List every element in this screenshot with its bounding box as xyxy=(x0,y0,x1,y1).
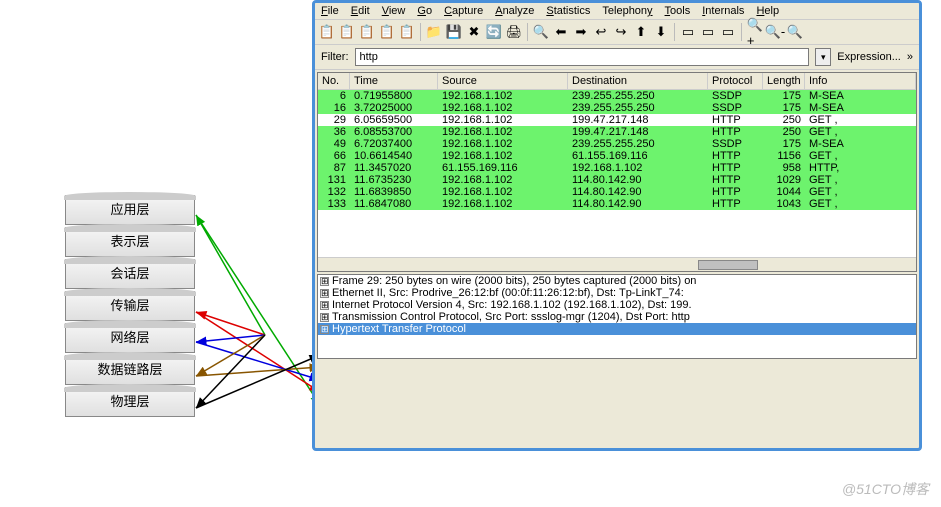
osi-layer-datalink: 数据链路层 xyxy=(65,355,195,385)
col-protocol[interactable]: Protocol xyxy=(708,73,763,89)
filter-label: Filter: xyxy=(321,51,349,63)
expand-icon[interactable]: ⊞ xyxy=(320,277,329,286)
table-row[interactable]: 13111.6735230192.168.1.102114.80.142.90H… xyxy=(318,174,916,186)
packet-details-pane[interactable]: ⊞Frame 29: 250 bytes on wire (2000 bits)… xyxy=(317,274,917,359)
detail-line-1[interactable]: ⊞Ethernet II, Src: Prodrive_26:12:bf (00… xyxy=(318,287,916,299)
menu-view[interactable]: View xyxy=(382,5,406,17)
toolbar-btn-26[interactable]: 🔍 xyxy=(786,23,804,41)
col-time[interactable]: Time xyxy=(350,73,438,89)
menu-file[interactable]: File xyxy=(321,5,339,17)
toolbar-btn-22[interactable]: ▭ xyxy=(719,23,737,41)
detail-line-4[interactable]: ⊞Hypertext Transfer Protocol xyxy=(318,323,916,335)
table-row[interactable]: 60.71955800192.168.1.102239.255.255.250S… xyxy=(318,90,916,102)
menu-internals[interactable]: Internals xyxy=(702,5,744,17)
osi-layer-stack: 应用层 表示层 会话层 传输层 网络层 数据链路层 物理层 xyxy=(65,195,195,419)
menu-capture[interactable]: Capture xyxy=(444,5,483,17)
filter-bar: Filter: ▾ Expression... » xyxy=(315,45,919,70)
toolbar-btn-0[interactable]: 📋 xyxy=(318,23,336,41)
toolbar-btn-15[interactable]: ↩ xyxy=(592,23,610,41)
detail-line-2[interactable]: ⊞Internet Protocol Version 4, Src: 192.1… xyxy=(318,299,916,311)
menu-telephony[interactable]: Telephony xyxy=(602,5,652,17)
toolbar-btn-14[interactable]: ➡ xyxy=(572,23,590,41)
toolbar-btn-9[interactable]: 🔄 xyxy=(485,23,503,41)
packet-list-body[interactable]: 60.71955800192.168.1.102239.255.255.250S… xyxy=(318,90,916,210)
table-row[interactable]: 13211.6839850192.168.1.102114.80.142.90H… xyxy=(318,186,916,198)
col-length[interactable]: Length xyxy=(763,73,805,89)
expand-icon[interactable]: ⊞ xyxy=(320,313,329,322)
table-row[interactable]: 163.72025000192.168.1.102239.255.255.250… xyxy=(318,102,916,114)
osi-layer-transport: 传输层 xyxy=(65,291,195,321)
packet-list-pane[interactable]: No. Time Source Destination Protocol Len… xyxy=(317,72,917,272)
toolbar-separator xyxy=(741,23,742,41)
expand-icon[interactable]: ⊞ xyxy=(320,301,329,310)
toolbar-btn-1[interactable]: 📋 xyxy=(338,23,356,41)
table-row[interactable]: 296.05659500192.168.1.102199.47.217.148H… xyxy=(318,114,916,126)
table-row[interactable]: 366.08553700192.168.1.102199.47.217.148H… xyxy=(318,126,916,138)
osi-layer-presentation: 表示层 xyxy=(65,227,195,257)
detail-line-0[interactable]: ⊞Frame 29: 250 bytes on wire (2000 bits)… xyxy=(318,275,916,287)
menu-edit[interactable]: Edit xyxy=(351,5,370,17)
osi-layer-network: 网络层 xyxy=(65,323,195,353)
menu-go[interactable]: Go xyxy=(417,5,432,17)
toolbar: 📋📋📋📋📋📁💾✖🔄🖨🔍⬅➡↩↪⬆⬇▭▭▭🔍+🔍-🔍 xyxy=(315,20,919,45)
toolbar-btn-25[interactable]: 🔍- xyxy=(766,23,784,41)
toolbar-btn-7[interactable]: 💾 xyxy=(445,23,463,41)
packet-list-header: No. Time Source Destination Protocol Len… xyxy=(318,73,916,90)
filter-more-icon[interactable]: » xyxy=(907,51,913,63)
osi-layer-application: 应用层 xyxy=(65,195,195,225)
col-source[interactable]: Source xyxy=(438,73,568,89)
osi-layer-physical: 物理层 xyxy=(65,387,195,417)
toolbar-btn-3[interactable]: 📋 xyxy=(378,23,396,41)
menu-analyze[interactable]: Analyze xyxy=(495,5,534,17)
toolbar-btn-6[interactable]: 📁 xyxy=(425,23,443,41)
toolbar-btn-17[interactable]: ⬆ xyxy=(632,23,650,41)
h-scrollbar[interactable] xyxy=(318,257,916,271)
col-info[interactable]: Info xyxy=(805,73,916,89)
menu-help[interactable]: Help xyxy=(756,5,779,17)
toolbar-btn-2[interactable]: 📋 xyxy=(358,23,376,41)
filter-dropdown-icon[interactable]: ▾ xyxy=(815,48,831,66)
toolbar-btn-16[interactable]: ↪ xyxy=(612,23,630,41)
toolbar-btn-21[interactable]: ▭ xyxy=(699,23,717,41)
table-row[interactable]: 13311.6847080192.168.1.102114.80.142.90H… xyxy=(318,198,916,210)
menu-tools[interactable]: Tools xyxy=(665,5,691,17)
osi-layer-session: 会话层 xyxy=(65,259,195,289)
table-row[interactable]: 8711.345702061.155.169.116192.168.1.102H… xyxy=(318,162,916,174)
watermark: @51CTO博客 xyxy=(842,479,929,499)
detail-line-3[interactable]: ⊞Transmission Control Protocol, Src Port… xyxy=(318,311,916,323)
expand-icon[interactable]: ⊞ xyxy=(320,325,329,334)
wireshark-window: File Edit View Go Capture Analyze Statis… xyxy=(312,0,922,451)
table-row[interactable]: 496.72037400192.168.1.102239.255.255.250… xyxy=(318,138,916,150)
toolbar-btn-4[interactable]: 📋 xyxy=(398,23,416,41)
toolbar-btn-18[interactable]: ⬇ xyxy=(652,23,670,41)
toolbar-separator xyxy=(420,23,421,41)
toolbar-btn-24[interactable]: 🔍+ xyxy=(746,23,764,41)
filter-expression-link[interactable]: Expression... xyxy=(837,51,901,63)
filter-input[interactable] xyxy=(355,48,810,66)
menu-bar: File Edit View Go Capture Analyze Statis… xyxy=(315,3,919,20)
toolbar-separator xyxy=(527,23,528,41)
toolbar-btn-20[interactable]: ▭ xyxy=(679,23,697,41)
toolbar-btn-13[interactable]: ⬅ xyxy=(552,23,570,41)
expand-icon[interactable]: ⊞ xyxy=(320,289,329,298)
menu-statistics[interactable]: Statistics xyxy=(546,5,590,17)
toolbar-separator xyxy=(674,23,675,41)
toolbar-btn-12[interactable]: 🔍 xyxy=(532,23,550,41)
col-destination[interactable]: Destination xyxy=(568,73,708,89)
toolbar-btn-8[interactable]: ✖ xyxy=(465,23,483,41)
table-row[interactable]: 6610.6614540192.168.1.10261.155.169.116H… xyxy=(318,150,916,162)
col-no[interactable]: No. xyxy=(318,73,350,89)
scroll-thumb[interactable] xyxy=(698,260,758,270)
toolbar-btn-10[interactable]: 🖨 xyxy=(505,23,523,41)
